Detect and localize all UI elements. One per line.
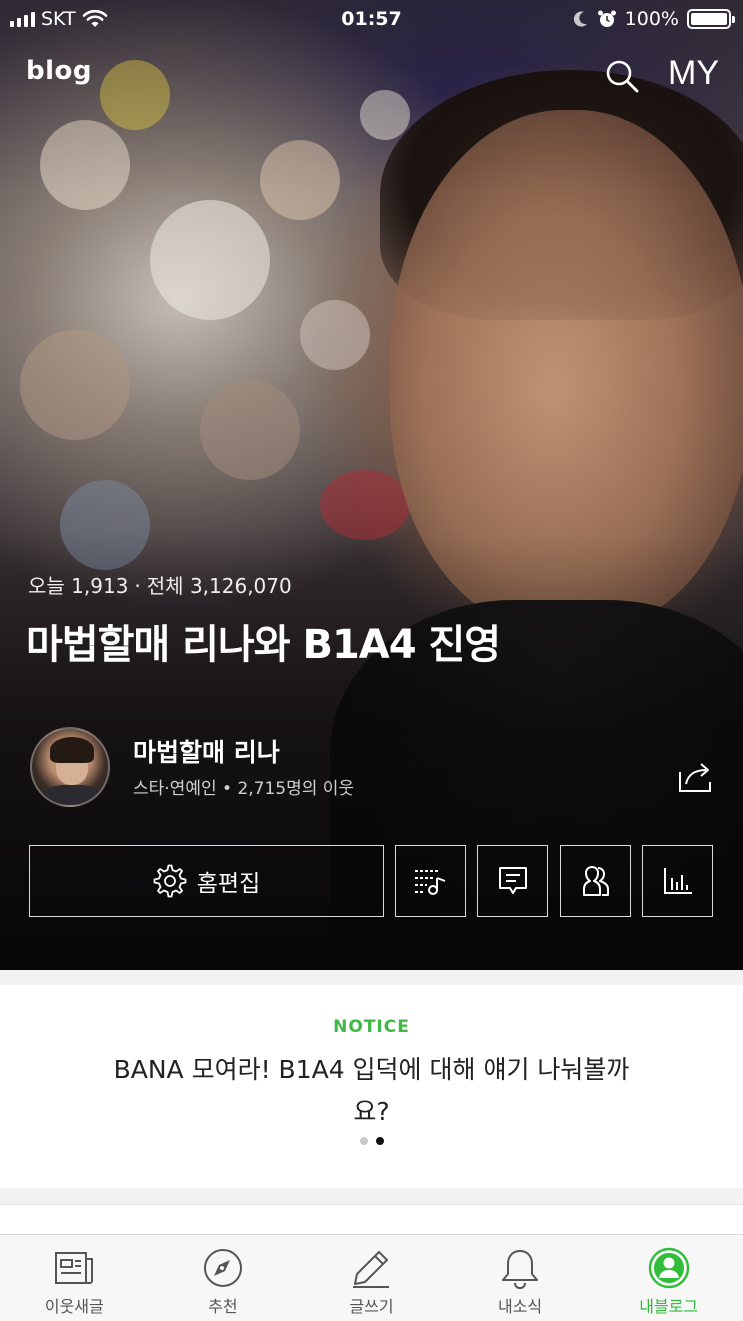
pencil-icon bbox=[353, 1251, 390, 1288]
edit-home-button[interactable]: 홈편집 bbox=[29, 845, 384, 917]
avatar[interactable] bbox=[30, 727, 110, 807]
bell-icon bbox=[502, 1250, 539, 1289]
tab-recommend[interactable]: 추천 bbox=[149, 1235, 298, 1321]
alarm-icon bbox=[597, 10, 616, 27]
stats-separator: · bbox=[134, 574, 141, 598]
owner-meta: 스타·연예인 • 2,715명의 이웃 bbox=[133, 779, 355, 799]
moon-icon bbox=[573, 11, 587, 27]
owner-name[interactable]: 마법할매 리나 bbox=[133, 733, 280, 769]
notice-text[interactable]: BANA 모여라! B1A4 입덕에 대해 얘기 나눠볼까요? bbox=[100, 1049, 643, 1133]
statistics-button[interactable] bbox=[642, 845, 713, 917]
profile-icon bbox=[648, 1247, 689, 1289]
search-icon[interactable] bbox=[604, 58, 640, 94]
blog-logo[interactable]: blog bbox=[26, 56, 92, 86]
tab-my-blog[interactable]: 내블로그 bbox=[594, 1235, 743, 1321]
notice-pagination bbox=[0, 1137, 743, 1145]
tab-label: 이웃새글 bbox=[44, 1297, 104, 1316]
notice-card[interactable]: NOTICE BANA 모여라! B1A4 입덕에 대해 얘기 나눠볼까요? bbox=[0, 985, 743, 1188]
tab-label: 추천 bbox=[208, 1297, 238, 1316]
neighbors-button[interactable] bbox=[560, 845, 631, 917]
tab-label: 내소식 bbox=[497, 1297, 543, 1316]
total-count: 전체 3,126,070 bbox=[146, 574, 292, 598]
newspaper-icon bbox=[55, 1252, 94, 1284]
visitor-stats: 오늘 1,913 · 전체 3,126,070 bbox=[28, 570, 292, 599]
comment-icon bbox=[498, 867, 527, 894]
edit-home-label: 홈편집 bbox=[196, 871, 261, 897]
tab-label: 글쓰기 bbox=[349, 1297, 394, 1316]
people-icon bbox=[582, 866, 609, 896]
tab-notifications[interactable]: 내소식 bbox=[446, 1235, 595, 1321]
battery-icon bbox=[687, 9, 735, 29]
bar-chart-icon bbox=[663, 868, 692, 894]
notice-label: NOTICE bbox=[333, 1017, 410, 1037]
blog-title[interactable]: 마법할매 리나와 B1A4 진영 bbox=[26, 612, 501, 670]
battery-percent: 100% bbox=[624, 8, 679, 30]
tab-neighbor-posts[interactable]: 이웃새글 bbox=[0, 1235, 149, 1321]
page-dot[interactable] bbox=[359, 1137, 368, 1145]
bottom-tab-bar: 이웃새글 추천 글쓰기 내소식 내블로그 bbox=[0, 1234, 743, 1321]
status-right: 100% bbox=[573, 8, 735, 30]
tab-label: 내블로그 bbox=[639, 1297, 699, 1316]
blog-cover: SKT 01:57 100% blog MY 오늘 1,913 · 전체 3,1… bbox=[0, 0, 743, 970]
page-dot-active[interactable] bbox=[375, 1137, 384, 1145]
playlist-button[interactable] bbox=[395, 845, 466, 917]
tab-write[interactable]: 글쓰기 bbox=[297, 1235, 446, 1321]
today-count: 오늘 1,913 bbox=[28, 574, 129, 598]
gear-icon bbox=[153, 864, 187, 898]
status-bar: SKT 01:57 100% bbox=[0, 0, 743, 40]
music-list-icon bbox=[414, 870, 445, 895]
cover-scrim bbox=[0, 0, 743, 970]
compass-icon bbox=[203, 1249, 242, 1287]
my-button[interactable]: MY bbox=[668, 54, 719, 93]
share-icon[interactable] bbox=[676, 760, 716, 794]
guestbook-button[interactable] bbox=[477, 845, 548, 917]
